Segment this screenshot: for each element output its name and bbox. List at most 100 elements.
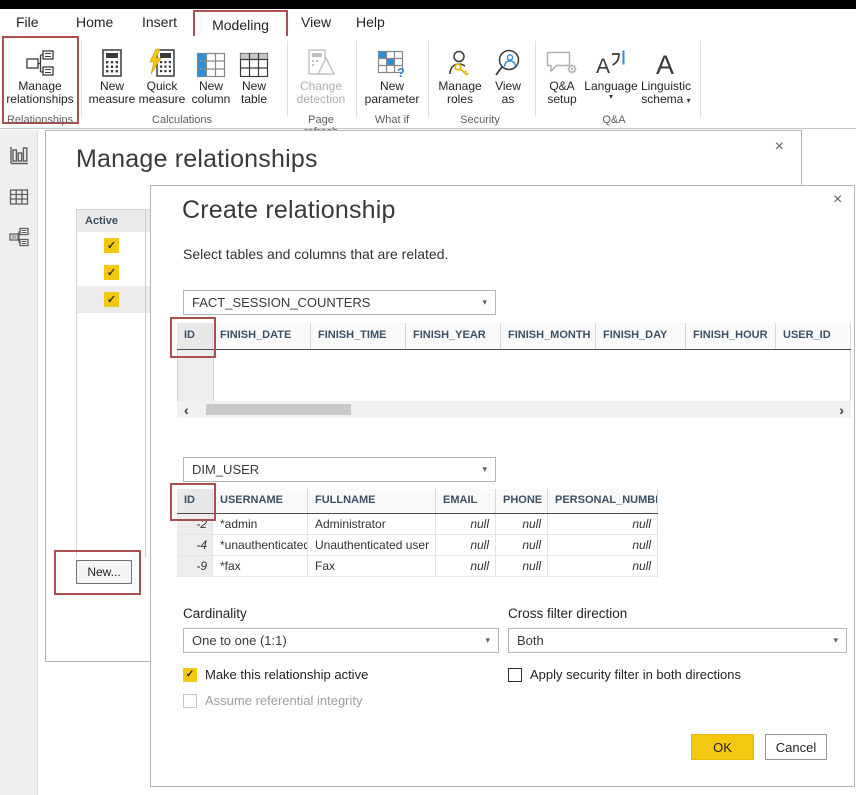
checked-checkbox-icon[interactable]: ✓ <box>183 668 197 682</box>
group-label-security: Security <box>432 114 528 126</box>
cross-filter-label: Cross filter direction <box>508 606 627 621</box>
tab-modeling[interactable]: Modeling <box>212 17 269 33</box>
dim-table-selector[interactable]: DIM_USER ▾ <box>183 457 496 482</box>
new-table-label: New table <box>234 80 274 106</box>
new-parameter-button[interactable]: ? New parameter <box>360 40 424 106</box>
close-icon[interactable]: × <box>833 192 842 208</box>
make-relationship-active-checkbox[interactable]: ✓ Make this relationship active <box>183 667 368 682</box>
cross-filter-dropdown[interactable]: Both ▾ <box>508 628 847 653</box>
assume-referential-integrity-label: Assume referential integrity <box>205 693 363 708</box>
cell-id: -2 <box>177 514 213 534</box>
tab-file[interactable]: File <box>16 14 39 30</box>
column-header[interactable]: EMAIL <box>436 489 496 513</box>
column-header[interactable]: FINISH_HOUR <box>686 323 776 349</box>
column-header[interactable]: PHONE <box>496 489 548 513</box>
table-row[interactable]: -4 *unauthenticated Unauthenticated user… <box>177 535 658 556</box>
language-button[interactable]: A Language ▾ <box>584 40 638 101</box>
ribbon: Manage relationships Relationships New m… <box>0 36 856 129</box>
svg-text:?: ? <box>397 65 405 78</box>
view-sidebar <box>0 130 38 795</box>
new-measure-icon <box>88 40 136 78</box>
new-measure-button[interactable]: New measure <box>88 40 136 106</box>
change-detection-icon <box>292 40 350 78</box>
active-checkbox[interactable]: ✓ <box>104 292 119 307</box>
tab-home[interactable]: Home <box>76 14 113 30</box>
fact-table-header-row: ID FINISH_DATE FINISH_TIME FINISH_YEAR F… <box>177 323 851 350</box>
cell-personal-number: null <box>548 535 658 555</box>
tab-view[interactable]: View <box>301 14 331 30</box>
create-relationship-title: Create relationship <box>182 196 396 225</box>
cell-email: null <box>436 556 496 576</box>
dropdown-arrow-icon: ▾ <box>482 297 487 308</box>
close-icon[interactable]: × <box>775 139 784 155</box>
manage-relationships-button[interactable]: Manage relationships <box>2 40 78 106</box>
linguistic-schema-label: Linguistic schema ▾ <box>638 80 694 106</box>
cardinality-dropdown[interactable]: One to one (1:1) ▾ <box>183 628 499 653</box>
create-relationship-dialog: × Create relationship Select tables and … <box>150 185 855 787</box>
column-header[interactable]: FINISH_MONTH <box>501 323 596 349</box>
manage-relationships-icon <box>2 40 78 78</box>
qa-setup-button[interactable]: Q&A setup <box>540 40 584 106</box>
apply-security-filter-checkbox[interactable]: Apply security filter in both directions <box>508 667 741 682</box>
unchecked-checkbox-icon[interactable] <box>508 668 522 682</box>
data-view-icon[interactable] <box>8 186 30 208</box>
tab-insert[interactable]: Insert <box>142 14 177 30</box>
column-header[interactable]: USERNAME <box>213 489 308 513</box>
column-header[interactable]: FINISH_TIME <box>311 323 406 349</box>
change-detection-label: Change detection <box>292 80 350 106</box>
cell-id: -9 <box>177 556 213 576</box>
linguistic-schema-icon: A <box>638 40 694 78</box>
selected-id-column <box>178 350 214 401</box>
fact-table-selector[interactable]: FACT_SESSION_COUNTERS ▾ <box>183 290 496 315</box>
report-view-icon[interactable] <box>8 144 30 166</box>
window-titlebar <box>0 0 856 9</box>
active-checkbox[interactable]: ✓ <box>104 265 119 280</box>
assume-referential-integrity-checkbox: Assume referential integrity <box>183 693 363 708</box>
active-checkbox[interactable]: ✓ <box>104 238 119 253</box>
dialog-subtitle: Select tables and columns that are relat… <box>183 246 448 262</box>
table-row[interactable]: -9 *fax Fax null null null <box>177 556 658 577</box>
linguistic-schema-button[interactable]: A Linguistic schema ▾ <box>638 40 694 106</box>
manage-roles-button[interactable]: Manage roles <box>432 40 488 106</box>
column-header[interactable]: ID <box>177 323 213 349</box>
dropdown-arrow-icon: ▾ <box>833 635 838 646</box>
new-parameter-icon: ? <box>360 40 424 78</box>
scroll-right-icon[interactable]: › <box>839 403 844 417</box>
view-as-label: View as <box>488 80 528 106</box>
new-table-button[interactable]: New table <box>234 40 274 106</box>
modeling-tab-annotation-box: Modeling <box>193 10 288 39</box>
column-header[interactable]: FINISH_YEAR <box>406 323 501 349</box>
column-header[interactable]: FINISH_DAY <box>596 323 686 349</box>
tab-help[interactable]: Help <box>356 14 385 30</box>
view-as-icon <box>488 40 528 78</box>
cell-email: null <box>436 535 496 555</box>
column-header[interactable]: FULLNAME <box>308 489 436 513</box>
column-header[interactable]: ID <box>177 489 213 513</box>
column-header[interactable]: FINISH_DATE <box>213 323 311 349</box>
cell-fullname: Administrator <box>308 514 436 534</box>
make-relationship-active-label: Make this relationship active <box>205 667 368 682</box>
new-column-button[interactable]: New column <box>188 40 234 106</box>
horizontal-scrollbar[interactable]: ‹ › <box>177 401 851 418</box>
view-as-button[interactable]: View as <box>488 40 528 106</box>
new-column-label: New column <box>188 80 234 106</box>
column-header[interactable]: PERSONAL_NUMBER <box>548 489 658 513</box>
cancel-button[interactable]: Cancel <box>765 734 827 760</box>
quick-measure-label: Quick measure <box>136 80 188 106</box>
quick-measure-button[interactable]: Quick measure <box>136 40 188 106</box>
ok-button[interactable]: OK <box>691 734 754 760</box>
manage-relationships-title: Manage relationships <box>76 145 318 174</box>
cell-username: *admin <box>213 514 308 534</box>
new-relationship-button[interactable]: New... <box>76 560 132 584</box>
dim-table-header-row: ID USERNAME FULLNAME EMAIL PHONE PERSONA… <box>177 489 658 514</box>
group-label-calculations: Calculations <box>84 114 280 126</box>
cell-personal-number: null <box>548 514 658 534</box>
cross-filter-value: Both <box>517 633 544 648</box>
model-view-icon[interactable] <box>8 226 30 248</box>
column-header[interactable]: USER_ID <box>776 323 851 349</box>
group-divider <box>428 41 429 117</box>
scrollbar-thumb[interactable] <box>206 404 351 415</box>
cell-phone: null <box>496 556 548 576</box>
scroll-left-icon[interactable]: ‹ <box>184 403 189 417</box>
table-row[interactable]: -2 *admin Administrator null null null <box>177 514 658 535</box>
